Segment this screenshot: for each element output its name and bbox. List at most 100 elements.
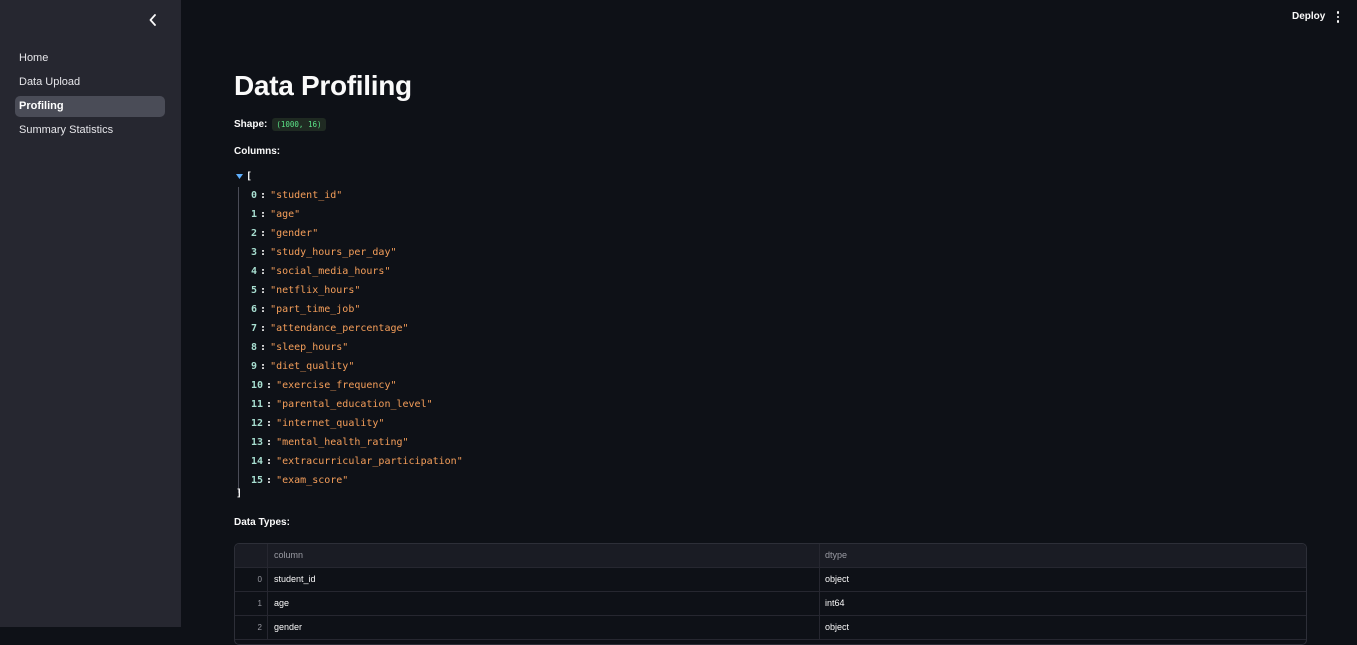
json-colon: : — [260, 342, 267, 353]
sidebar-item-data-upload[interactable]: Data Upload — [15, 72, 165, 93]
json-colon: : — [260, 361, 267, 372]
json-item-value: "study_hours_per_day" — [270, 247, 397, 258]
dtype-cell[interactable]: object — [821, 616, 1306, 639]
json-item: 7: "attendance_percentage" — [251, 319, 409, 338]
sidebar-nav: Home Data Upload Profiling Summary Stati… — [15, 48, 165, 144]
json-item-value: "mental_health_rating" — [276, 437, 409, 448]
collapse-sidebar-button[interactable] — [144, 11, 162, 29]
json-collapse-toggle[interactable] — [234, 172, 244, 182]
column-cell[interactable]: student_id — [269, 568, 820, 591]
json-item-value: "parental_education_level" — [276, 399, 433, 410]
json-item-index: 3 — [251, 247, 258, 258]
json-item-value: "diet_quality" — [270, 361, 355, 372]
json-item-value: "part_time_job" — [270, 304, 361, 315]
shape-label: Shape: — [234, 119, 268, 130]
json-item-index: 14 — [251, 456, 264, 467]
json-item: 14: "extracurricular_participation" — [251, 452, 463, 471]
json-colon: : — [266, 399, 273, 410]
kebab-menu-icon — [1336, 11, 1340, 14]
json-item-value: "exercise_frequency" — [276, 380, 397, 391]
sidebar-item-profiling[interactable]: Profiling — [15, 96, 165, 117]
json-item: 3: "study_hours_per_day" — [251, 243, 397, 262]
json-item: 2: "gender" — [251, 224, 318, 243]
json-colon: : — [260, 266, 267, 277]
json-item-value: "gender" — [270, 228, 319, 239]
json-item-value: "extracurricular_participation" — [276, 456, 463, 467]
json-item: 0: "student_id" — [251, 186, 342, 205]
data-types-label: Data Types: — [234, 517, 290, 528]
json-open-bracket: [ — [246, 171, 253, 182]
json-colon: : — [266, 456, 273, 467]
json-item-index: 6 — [251, 304, 258, 315]
json-item-value: "age" — [270, 209, 301, 220]
json-colon: : — [260, 285, 267, 296]
json-item: 15: "exam_score" — [251, 471, 348, 490]
json-indent-guide — [238, 187, 239, 493]
json-item: 10: "exercise_frequency" — [251, 376, 397, 395]
json-item-value: "attendance_percentage" — [270, 323, 409, 334]
table-header-row: column dtype — [235, 544, 1306, 568]
json-colon: : — [260, 190, 267, 201]
json-colon: : — [266, 380, 273, 391]
json-colon: : — [260, 209, 267, 220]
json-item-index: 12 — [251, 418, 264, 429]
dtype-cell[interactable]: int64 — [821, 592, 1306, 615]
json-item: 11: "parental_education_level" — [251, 395, 433, 414]
json-item-index: 15 — [251, 475, 264, 486]
sidebar-item-summary-statistics[interactable]: Summary Statistics — [15, 120, 165, 141]
json-item: 5: "netflix_hours" — [251, 281, 360, 300]
json-item-value: "internet_quality" — [276, 418, 385, 429]
json-item-index: 9 — [251, 361, 258, 372]
json-item-index: 8 — [251, 342, 258, 353]
json-colon: : — [260, 304, 267, 315]
column-cell[interactable]: age — [269, 592, 820, 615]
json-item: 8: "sleep_hours" — [251, 338, 348, 357]
deploy-button[interactable]: Deploy — [1288, 9, 1329, 25]
json-close-bracket: ] — [236, 488, 243, 499]
shape-value: (1000, 16) — [272, 118, 326, 131]
main-menu-button[interactable] — [1332, 9, 1344, 25]
column-header[interactable]: column — [269, 544, 820, 567]
json-item-value: "social_media_hours" — [270, 266, 391, 277]
sidebar-item-home[interactable]: Home — [15, 48, 165, 69]
data-types-table[interactable]: column dtype 0 student_id object 1 age int64 2… — [234, 543, 1307, 645]
shape-row: Shape: (1000, 16) — [234, 118, 326, 131]
json-item-index: 13 — [251, 437, 264, 448]
json-item: 13: "mental_health_rating" — [251, 433, 409, 452]
json-item: 9: "diet_quality" — [251, 357, 354, 376]
json-item-index: 2 — [251, 228, 258, 239]
column-cell[interactable]: gender — [269, 616, 820, 639]
json-colon: : — [260, 247, 267, 258]
json-colon: : — [260, 323, 267, 334]
sidebar: Home Data Upload Profiling Summary Stati… — [0, 0, 181, 627]
json-item-value: "sleep_hours" — [270, 342, 349, 353]
json-item: 12: "internet_quality" — [251, 414, 384, 433]
json-item: 4: "social_media_hours" — [251, 262, 390, 281]
caret-down-icon — [235, 174, 243, 179]
json-item: 6: "part_time_job" — [251, 300, 360, 319]
json-item-index: 1 — [251, 209, 258, 220]
json-colon: : — [266, 437, 273, 448]
json-item-value: "student_id" — [270, 190, 343, 201]
page-title: Data Profiling — [234, 70, 412, 101]
dtype-header[interactable]: dtype — [821, 544, 1306, 567]
table-row[interactable]: 1 age int64 — [235, 592, 1306, 616]
dtype-cell[interactable]: object — [821, 568, 1306, 591]
json-item-value: "exam_score" — [276, 475, 349, 486]
row-index-cell: 2 — [235, 616, 268, 639]
index-header-cell — [235, 544, 268, 567]
json-item-index: 5 — [251, 285, 258, 296]
json-item-index: 7 — [251, 323, 258, 334]
json-item-index: 4 — [251, 266, 258, 277]
chevron-left-icon — [149, 14, 156, 26]
json-item-index: 11 — [251, 399, 264, 410]
columns-label: Columns: — [234, 146, 281, 157]
json-item: 1: "age" — [251, 205, 300, 224]
table-row[interactable]: 0 student_id object — [235, 568, 1306, 592]
json-colon: : — [260, 228, 267, 239]
json-item-index: 10 — [251, 380, 264, 391]
json-colon: : — [266, 475, 273, 486]
row-index-cell: 1 — [235, 592, 268, 615]
json-item-value: "netflix_hours" — [270, 285, 361, 296]
table-row[interactable]: 2 gender object — [235, 616, 1306, 640]
